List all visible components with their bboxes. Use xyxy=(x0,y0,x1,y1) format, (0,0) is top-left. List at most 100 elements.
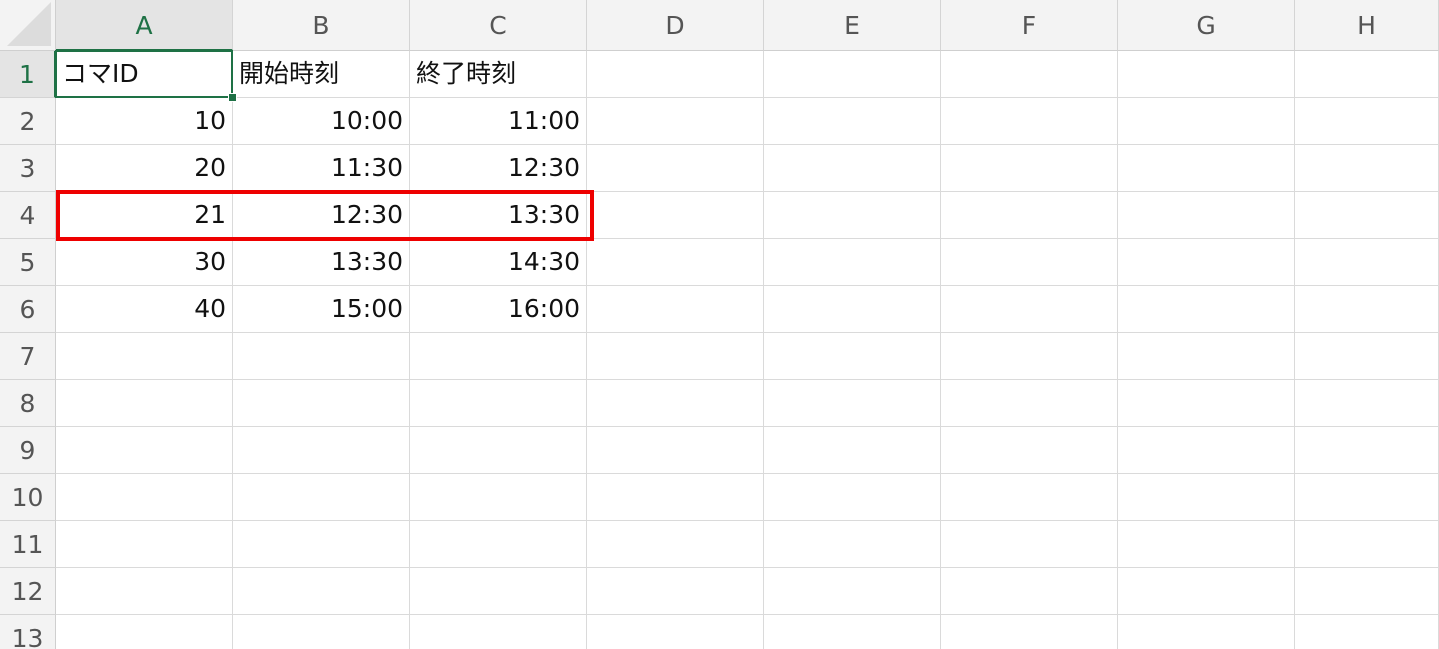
cell-h1[interactable] xyxy=(1295,51,1439,98)
cell-c6[interactable]: 16:00 xyxy=(410,286,587,333)
cell-a4[interactable]: 21 xyxy=(56,192,233,239)
cell-c5[interactable]: 14:30 xyxy=(410,239,587,286)
cell-d9[interactable] xyxy=(587,427,764,474)
column-header-c[interactable]: C xyxy=(410,0,587,51)
cell-b8[interactable] xyxy=(233,380,410,427)
row-header-5[interactable]: 5 xyxy=(0,239,56,286)
cell-g3[interactable] xyxy=(1118,145,1295,192)
cell-b9[interactable] xyxy=(233,427,410,474)
cell-f6[interactable] xyxy=(941,286,1118,333)
cell-h5[interactable] xyxy=(1295,239,1439,286)
cell-e1[interactable] xyxy=(764,51,941,98)
cell-h4[interactable] xyxy=(1295,192,1439,239)
cell-f3[interactable] xyxy=(941,145,1118,192)
cell-h9[interactable] xyxy=(1295,427,1439,474)
cell-h7[interactable] xyxy=(1295,333,1439,380)
cell-f12[interactable] xyxy=(941,568,1118,615)
cell-d3[interactable] xyxy=(587,145,764,192)
cell-g2[interactable] xyxy=(1118,98,1295,145)
cell-f10[interactable] xyxy=(941,474,1118,521)
cell-d10[interactable] xyxy=(587,474,764,521)
cell-b12[interactable] xyxy=(233,568,410,615)
cell-d13[interactable] xyxy=(587,615,764,649)
cell-b7[interactable] xyxy=(233,333,410,380)
cell-e5[interactable] xyxy=(764,239,941,286)
cell-e7[interactable] xyxy=(764,333,941,380)
row-header-13[interactable]: 13 xyxy=(0,615,56,649)
cell-c2[interactable]: 11:00 xyxy=(410,98,587,145)
row-header-10[interactable]: 10 xyxy=(0,474,56,521)
cell-b4[interactable]: 12:30 xyxy=(233,192,410,239)
cell-g1[interactable] xyxy=(1118,51,1295,98)
cell-e2[interactable] xyxy=(764,98,941,145)
cell-f13[interactable] xyxy=(941,615,1118,649)
cell-f1[interactable] xyxy=(941,51,1118,98)
cell-h6[interactable] xyxy=(1295,286,1439,333)
column-header-a[interactable]: A xyxy=(56,0,233,51)
column-header-f[interactable]: F xyxy=(941,0,1118,51)
cell-c13[interactable] xyxy=(410,615,587,649)
cell-g9[interactable] xyxy=(1118,427,1295,474)
cell-b11[interactable] xyxy=(233,521,410,568)
select-all-corner[interactable] xyxy=(0,0,56,51)
cell-e13[interactable] xyxy=(764,615,941,649)
cell-a7[interactable] xyxy=(56,333,233,380)
row-header-9[interactable]: 9 xyxy=(0,427,56,474)
cell-c4[interactable]: 13:30 xyxy=(410,192,587,239)
cell-f5[interactable] xyxy=(941,239,1118,286)
cell-g11[interactable] xyxy=(1118,521,1295,568)
cell-f4[interactable] xyxy=(941,192,1118,239)
cell-f2[interactable] xyxy=(941,98,1118,145)
cell-c11[interactable] xyxy=(410,521,587,568)
cell-h2[interactable] xyxy=(1295,98,1439,145)
row-header-2[interactable]: 2 xyxy=(0,98,56,145)
cell-f7[interactable] xyxy=(941,333,1118,380)
cell-c3[interactable]: 12:30 xyxy=(410,145,587,192)
cell-d1[interactable] xyxy=(587,51,764,98)
cell-a10[interactable] xyxy=(56,474,233,521)
cell-d8[interactable] xyxy=(587,380,764,427)
cell-g6[interactable] xyxy=(1118,286,1295,333)
row-header-11[interactable]: 11 xyxy=(0,521,56,568)
cell-e3[interactable] xyxy=(764,145,941,192)
cell-e12[interactable] xyxy=(764,568,941,615)
cell-g4[interactable] xyxy=(1118,192,1295,239)
cell-g8[interactable] xyxy=(1118,380,1295,427)
cell-d6[interactable] xyxy=(587,286,764,333)
column-header-b[interactable]: B xyxy=(233,0,410,51)
cell-d4[interactable] xyxy=(587,192,764,239)
cell-b3[interactable]: 11:30 xyxy=(233,145,410,192)
cell-b2[interactable]: 10:00 xyxy=(233,98,410,145)
cell-a6[interactable]: 40 xyxy=(56,286,233,333)
cell-b13[interactable] xyxy=(233,615,410,649)
cell-c12[interactable] xyxy=(410,568,587,615)
row-header-4[interactable]: 4 xyxy=(0,192,56,239)
cell-e6[interactable] xyxy=(764,286,941,333)
cell-c7[interactable] xyxy=(410,333,587,380)
cell-a13[interactable] xyxy=(56,615,233,649)
cell-g10[interactable] xyxy=(1118,474,1295,521)
fill-handle[interactable] xyxy=(228,93,237,102)
cell-a8[interactable] xyxy=(56,380,233,427)
cell-a5[interactable]: 30 xyxy=(56,239,233,286)
cell-h11[interactable] xyxy=(1295,521,1439,568)
cell-h3[interactable] xyxy=(1295,145,1439,192)
cell-d11[interactable] xyxy=(587,521,764,568)
cell-a9[interactable] xyxy=(56,427,233,474)
row-header-1[interactable]: 1 xyxy=(0,51,56,98)
cell-e9[interactable] xyxy=(764,427,941,474)
row-header-3[interactable]: 3 xyxy=(0,145,56,192)
cell-e10[interactable] xyxy=(764,474,941,521)
cell-a12[interactable] xyxy=(56,568,233,615)
cell-g5[interactable] xyxy=(1118,239,1295,286)
row-header-12[interactable]: 12 xyxy=(0,568,56,615)
cell-d2[interactable] xyxy=(587,98,764,145)
cell-b10[interactable] xyxy=(233,474,410,521)
cell-c9[interactable] xyxy=(410,427,587,474)
cell-a11[interactable] xyxy=(56,521,233,568)
cell-h10[interactable] xyxy=(1295,474,1439,521)
cell-b6[interactable]: 15:00 xyxy=(233,286,410,333)
cell-c8[interactable] xyxy=(410,380,587,427)
row-header-8[interactable]: 8 xyxy=(0,380,56,427)
column-header-e[interactable]: E xyxy=(764,0,941,51)
